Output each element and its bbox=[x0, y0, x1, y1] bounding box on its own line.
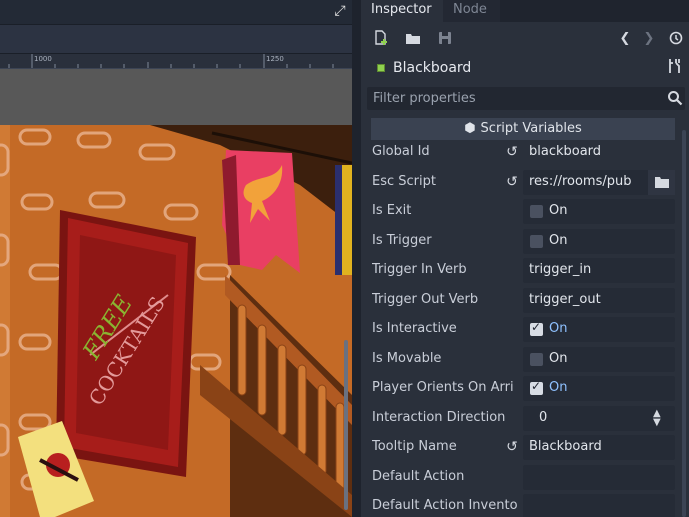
save-icon[interactable] bbox=[436, 30, 454, 48]
property-value-field[interactable] bbox=[523, 494, 675, 517]
property-value-field[interactable]: trigger_out bbox=[523, 288, 675, 313]
property-label: Tooltip Name bbox=[372, 439, 457, 454]
property-row-is-trigger: Is Trigger On bbox=[367, 227, 677, 256]
property-checkbox-field[interactable]: On bbox=[523, 229, 675, 254]
checkbox-checked[interactable] bbox=[530, 320, 543, 336]
cube-icon: ⬢ bbox=[464, 121, 476, 136]
horizontal-ruler: 1000 1250 bbox=[0, 54, 352, 69]
tab-node[interactable]: Node bbox=[443, 0, 500, 22]
property-value: trigger_out bbox=[529, 292, 601, 307]
property-label: Trigger Out Verb bbox=[372, 292, 479, 307]
ruler-ticks bbox=[8, 54, 334, 68]
new-resource-icon[interactable] bbox=[372, 30, 390, 48]
property-value-field[interactable]: trigger_in bbox=[523, 258, 675, 283]
revert-icon[interactable]: ↺ bbox=[504, 439, 520, 455]
expand-icon[interactable]: ⤢ bbox=[330, 2, 350, 20]
property-checkbox-field[interactable]: On bbox=[523, 317, 675, 342]
back-icon[interactable]: ❮ bbox=[616, 30, 634, 48]
search-icon bbox=[668, 91, 683, 106]
property-row-esc-script: Esc Script ↺ res://rooms/pub bbox=[367, 168, 677, 197]
game-scene-art: FREE COCKTAILS bbox=[0, 125, 352, 517]
property-value: blackboard bbox=[529, 144, 602, 159]
inspector-panel: Inspector Node ❮ ❯ Blackboard ⬢ Script Va… bbox=[361, 0, 689, 517]
node-type-icon bbox=[377, 64, 385, 72]
property-row-interaction-direction: Interaction Direction 0 ▲ ▼ bbox=[367, 404, 677, 433]
property-label: Is Movable bbox=[372, 351, 442, 366]
property-row-global-id: Global Id ↺ blackboard bbox=[367, 138, 677, 167]
checkbox-label: On bbox=[549, 233, 568, 248]
checkbox-label: On bbox=[549, 380, 568, 395]
property-label: Esc Script bbox=[372, 174, 436, 189]
property-label: Interaction Direction bbox=[372, 410, 506, 425]
open-folder-icon[interactable] bbox=[404, 30, 422, 48]
property-row-trigger-out-verb: Trigger Out Verb trigger_out bbox=[367, 286, 677, 315]
scene-viewport[interactable]: ⤢ 1000 1250 FREE COCKTAILS bbox=[0, 0, 352, 517]
tab-inspector[interactable]: Inspector bbox=[361, 0, 443, 22]
property-checkbox-field[interactable]: On bbox=[523, 199, 675, 224]
property-value-field[interactable]: blackboard bbox=[523, 140, 675, 165]
forward-icon[interactable]: ❯ bbox=[640, 30, 658, 48]
checkbox-label: On bbox=[549, 321, 568, 336]
property-label: Is Interactive bbox=[372, 321, 457, 336]
property-number-field[interactable]: 0 ▲ ▼ bbox=[523, 406, 675, 431]
property-label: Is Trigger bbox=[372, 233, 432, 248]
property-value: res://rooms/pub bbox=[529, 174, 632, 189]
property-value: trigger_in bbox=[529, 262, 592, 277]
spinner-arrows-icon[interactable]: ▲ ▼ bbox=[653, 409, 661, 428]
viewport-top-strip: ⤢ bbox=[0, 0, 352, 24]
filter-properties-box bbox=[367, 87, 685, 110]
property-label: Player Orients On Arri bbox=[372, 380, 514, 395]
viewport-empty-area bbox=[0, 69, 352, 125]
property-value-field[interactable] bbox=[523, 465, 675, 490]
property-row-player-orients: Player Orients On Arri On bbox=[367, 374, 677, 403]
property-checkbox-field[interactable]: On bbox=[523, 347, 675, 372]
panel-splitter[interactable] bbox=[352, 0, 361, 517]
property-label: Default Action bbox=[372, 469, 465, 484]
property-row-is-interactive: Is Interactive On bbox=[367, 315, 677, 344]
section-header-script-variables[interactable]: ⬢ Script Variables bbox=[371, 118, 675, 140]
property-value: 0 bbox=[539, 410, 548, 425]
inspector-scrollbar[interactable] bbox=[682, 130, 686, 517]
selected-object-row[interactable]: Blackboard bbox=[361, 56, 689, 82]
checkbox[interactable] bbox=[530, 353, 543, 366]
object-tools-icon[interactable] bbox=[667, 58, 683, 78]
property-row-is-exit: Is Exit On bbox=[367, 197, 677, 226]
property-list: ⬢ Script Variables Global Id ↺ blackboard… bbox=[367, 116, 677, 517]
checkbox-checked[interactable] bbox=[530, 379, 543, 395]
property-label: Default Action Invento bbox=[372, 498, 518, 513]
filter-properties-input[interactable] bbox=[367, 87, 657, 110]
viewport-toolbar bbox=[0, 24, 352, 54]
property-row-default-action: Default Action bbox=[367, 463, 677, 492]
revert-icon[interactable]: ↺ bbox=[504, 144, 520, 160]
dock-tab-bar: Inspector Node bbox=[361, 0, 689, 22]
property-label: Is Exit bbox=[372, 203, 412, 218]
checkbox[interactable] bbox=[530, 205, 543, 218]
property-checkbox-field[interactable]: On bbox=[523, 376, 675, 401]
property-value-field[interactable]: Blackboard bbox=[523, 435, 675, 460]
checkbox[interactable] bbox=[530, 235, 543, 248]
revert-icon[interactable]: ↺ bbox=[504, 174, 520, 190]
history-icon[interactable] bbox=[667, 30, 685, 48]
property-value: Blackboard bbox=[529, 439, 602, 454]
checkbox-label: On bbox=[549, 351, 568, 366]
section-title: Script Variables bbox=[480, 121, 582, 136]
property-row-default-action-inventory: Default Action Invento bbox=[367, 492, 677, 517]
property-label: Trigger In Verb bbox=[372, 262, 467, 277]
browse-folder-icon[interactable] bbox=[648, 170, 675, 195]
checkbox-label: On bbox=[549, 203, 568, 218]
property-row-trigger-in-verb: Trigger In Verb trigger_in bbox=[367, 256, 677, 285]
property-value-field[interactable]: res://rooms/pub bbox=[523, 170, 675, 195]
viewport-scrollbar[interactable] bbox=[344, 340, 348, 510]
property-label: Global Id bbox=[372, 144, 430, 159]
property-row-tooltip-name: Tooltip Name ↺ Blackboard bbox=[367, 433, 677, 462]
object-name: Blackboard bbox=[393, 60, 472, 76]
property-row-is-movable: Is Movable On bbox=[367, 345, 677, 374]
